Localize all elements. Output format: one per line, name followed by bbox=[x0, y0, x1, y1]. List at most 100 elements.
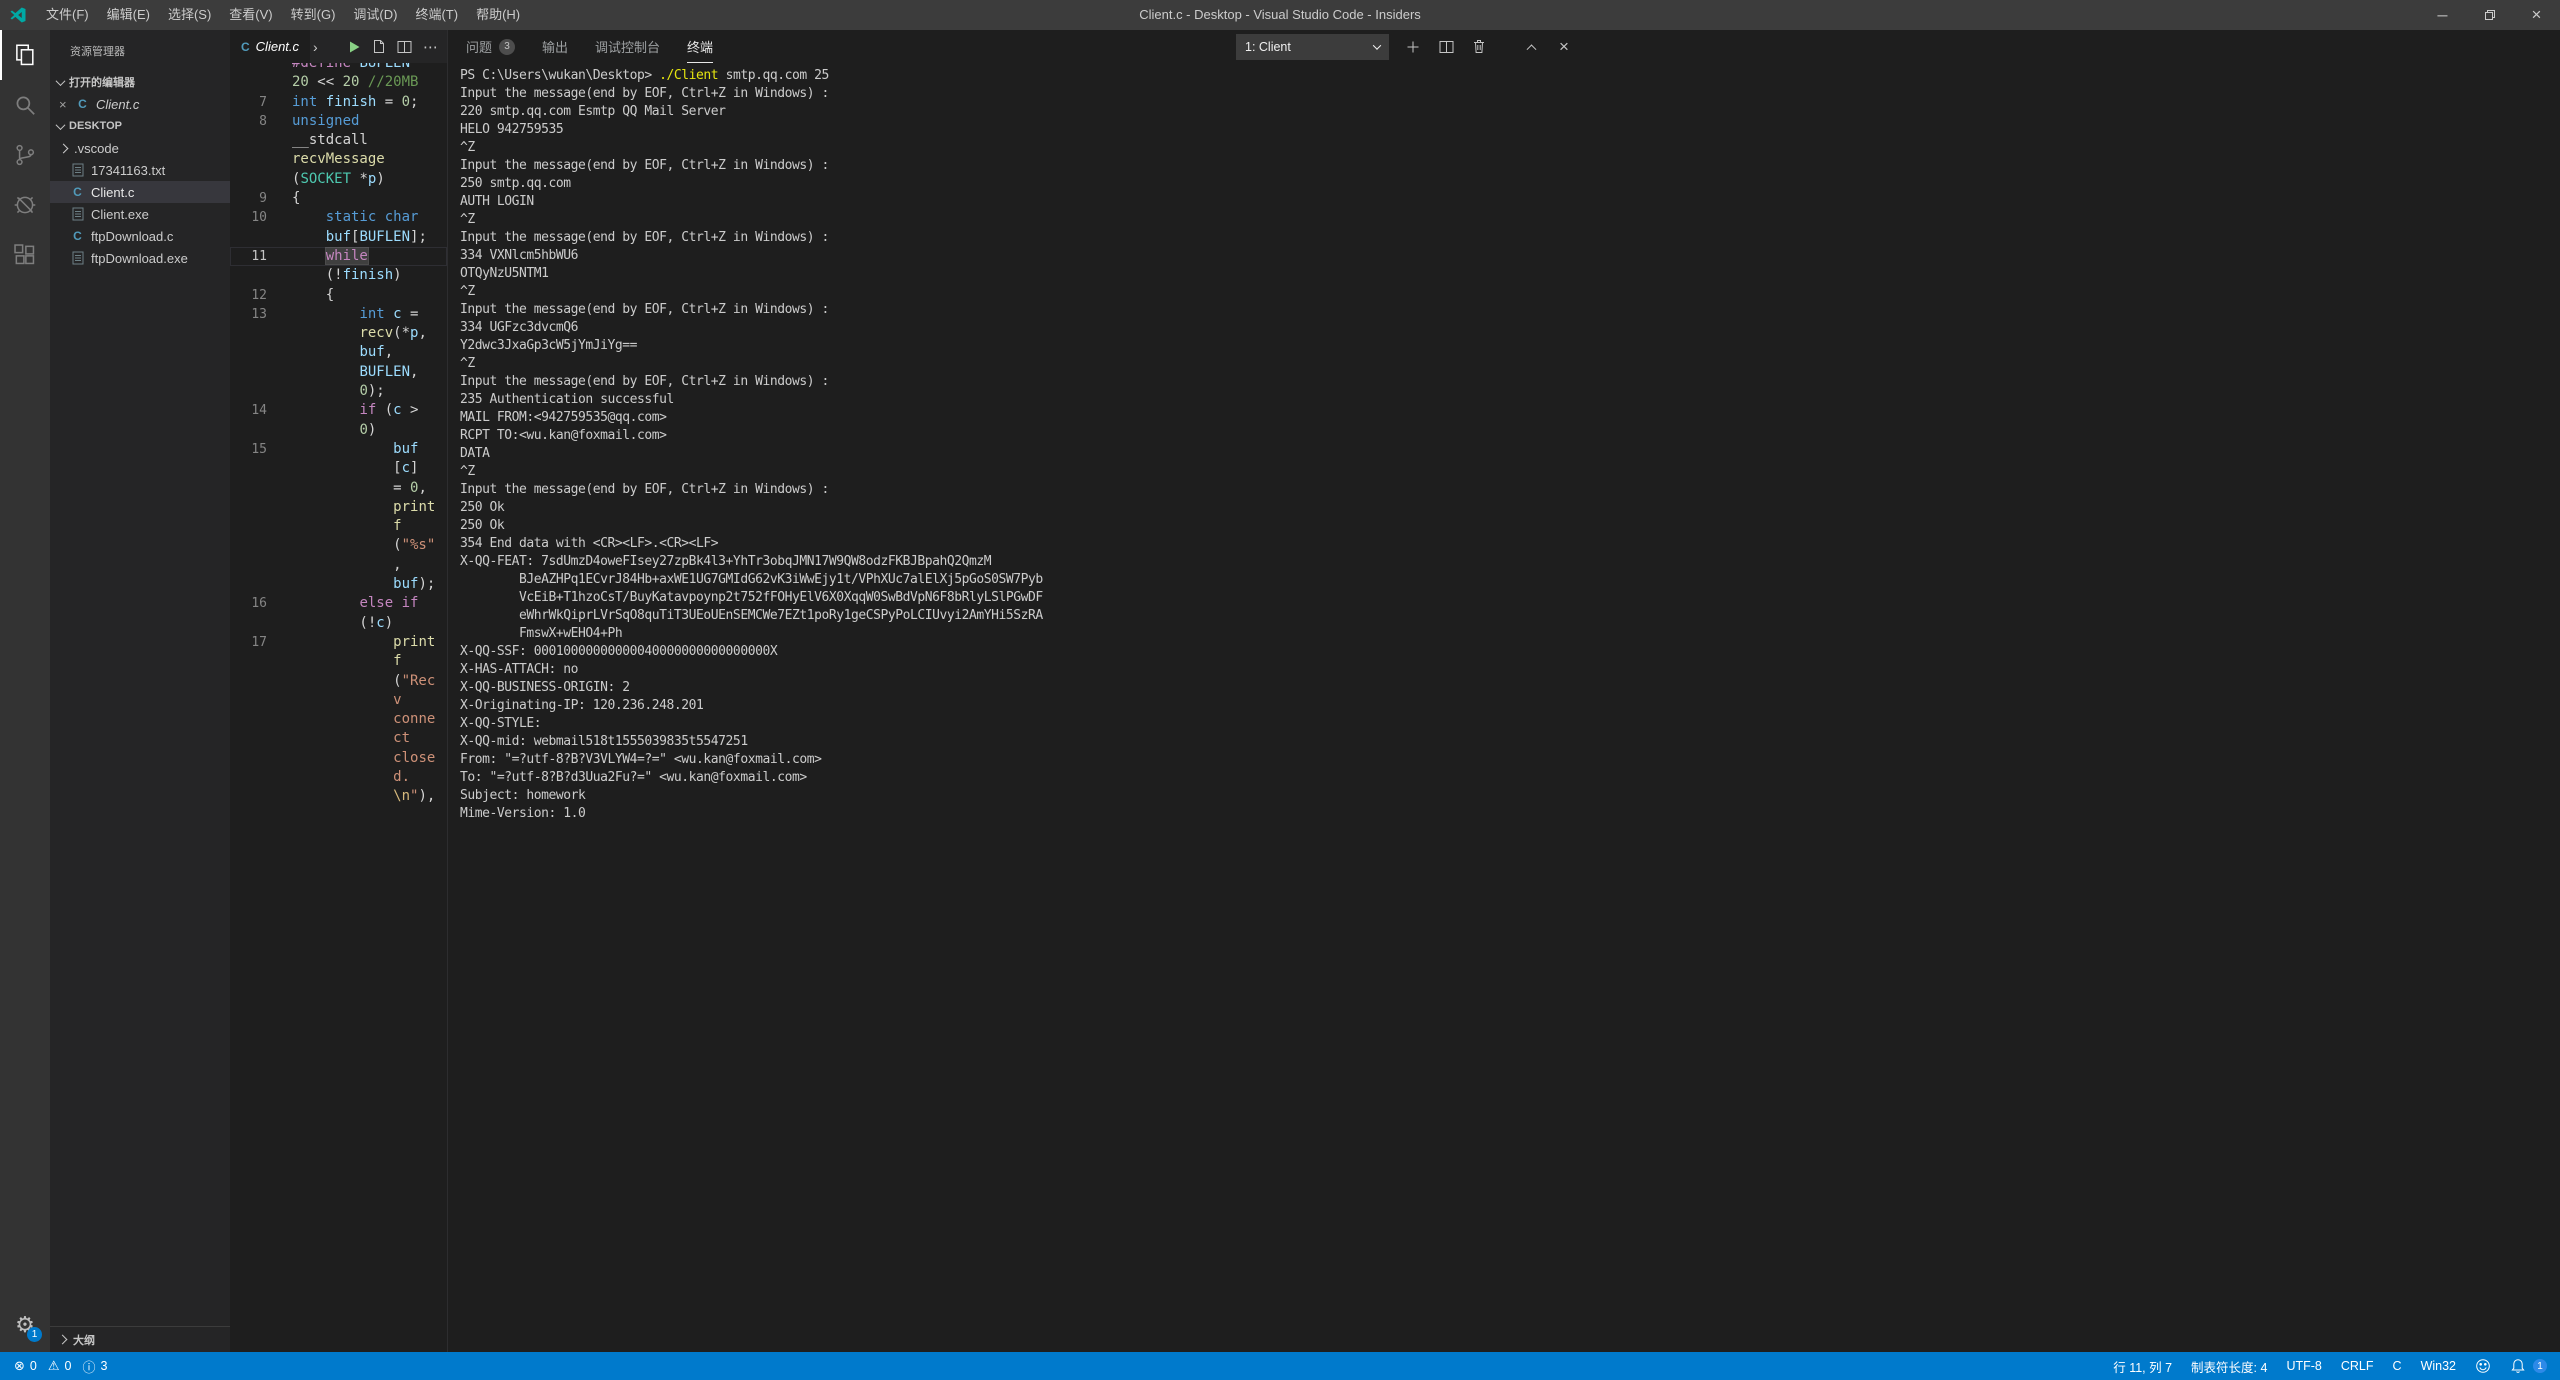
menu-view[interactable]: 查看(V) bbox=[220, 0, 281, 30]
close-panel-icon[interactable]: × bbox=[1555, 38, 1573, 56]
code-row[interactable]: ct bbox=[230, 729, 447, 748]
terminal-line: X-QQ-BUSINESS-ORIGIN: 2 bbox=[460, 679, 2550, 697]
code-row[interactable]: 15 buf bbox=[230, 440, 447, 459]
code-row[interactable]: v bbox=[230, 691, 447, 710]
code-row[interactable]: close bbox=[230, 749, 447, 768]
code-row[interactable]: 12 { bbox=[230, 286, 447, 305]
code-text: if (c > bbox=[292, 401, 418, 420]
file-item-client-exe[interactable]: Client.exe bbox=[50, 203, 230, 225]
close-editor-icon[interactable]: × bbox=[59, 97, 75, 112]
code-row[interactable]: ("Rec bbox=[230, 672, 447, 691]
code-row[interactable]: BUFLEN, bbox=[230, 363, 447, 382]
status-tab-size[interactable]: 制表符长度: 4 bbox=[2191, 1357, 2267, 1376]
tab-terminal[interactable]: 终端 bbox=[687, 30, 713, 63]
close-button[interactable]: × bbox=[2513, 0, 2560, 30]
restore-button[interactable] bbox=[2466, 0, 2513, 30]
code-row[interactable]: 16 else if bbox=[230, 594, 447, 613]
menu-help[interactable]: 帮助(H) bbox=[467, 0, 529, 30]
code-row[interactable]: (!c) bbox=[230, 614, 447, 633]
window-title: Client.c - Desktop - Visual Studio Code … bbox=[1139, 0, 1421, 30]
code-row[interactable]: (SOCKET *p) bbox=[230, 170, 447, 189]
file-item-ftpdownload-exe[interactable]: ftpDownload.exe bbox=[50, 247, 230, 269]
debug-icon[interactable] bbox=[0, 180, 50, 230]
code-row[interactable]: f bbox=[230, 517, 447, 536]
code-row[interactable]: 7int finish = 0; bbox=[230, 93, 447, 112]
status-line-col[interactable]: 行 11, 列 7 bbox=[2113, 1357, 2172, 1376]
status-eol[interactable]: CRLF bbox=[2341, 1359, 2374, 1373]
code-row[interactable]: (!finish) bbox=[230, 266, 447, 285]
file-item-txt[interactable]: 17341163.txt bbox=[50, 159, 230, 181]
editor-code[interactable]: #define BUFLEN20 << 20 //20MB7int finish… bbox=[230, 63, 447, 1352]
outline-section-header[interactable]: 大纲 bbox=[50, 1326, 230, 1352]
code-row[interactable]: buf[BUFLEN]; bbox=[230, 228, 447, 247]
terminal-picker[interactable]: 1: Client bbox=[1236, 34, 1389, 60]
feedback-smiley-icon[interactable] bbox=[2475, 1358, 2491, 1374]
code-row[interactable]: f bbox=[230, 652, 447, 671]
maximize-panel-icon[interactable] bbox=[1522, 38, 1540, 56]
code-row[interactable]: recvMessage bbox=[230, 150, 447, 169]
new-terminal-icon[interactable] bbox=[1404, 38, 1422, 56]
code-row[interactable]: print bbox=[230, 498, 447, 517]
menu-edit[interactable]: 编辑(E) bbox=[98, 0, 159, 30]
extensions-icon[interactable] bbox=[0, 230, 50, 280]
minimize-button[interactable]: ─ bbox=[2419, 0, 2466, 30]
folder-section-header[interactable]: DESKTOP bbox=[50, 115, 230, 137]
split-terminal-icon[interactable] bbox=[1437, 38, 1455, 56]
split-editor-icon[interactable] bbox=[397, 40, 412, 54]
tab-debug-console[interactable]: 调试控制台 bbox=[595, 30, 660, 63]
search-icon[interactable] bbox=[0, 80, 50, 130]
document-action-icon[interactable] bbox=[372, 39, 386, 54]
run-code-icon[interactable] bbox=[347, 40, 361, 54]
tab-client-c[interactable]: C Client.c bbox=[230, 30, 310, 63]
code-row[interactable]: 11 while bbox=[230, 247, 447, 266]
notifications-bell-icon[interactable]: 1 bbox=[2510, 1358, 2547, 1374]
code-row[interactable]: __stdcall bbox=[230, 131, 447, 150]
code-row[interactable]: buf, bbox=[230, 343, 447, 362]
code-row[interactable]: 0); bbox=[230, 382, 447, 401]
file-item-vscode[interactable]: .vscode bbox=[50, 137, 230, 159]
settings-gear-icon[interactable]: ⚙ 1 bbox=[0, 1312, 50, 1338]
kill-terminal-trash-icon[interactable] bbox=[1470, 38, 1488, 56]
code-text: #define BUFLEN bbox=[292, 63, 410, 73]
code-row[interactable]: 0) bbox=[230, 421, 447, 440]
status-encoding[interactable]: UTF-8 bbox=[2286, 1359, 2321, 1373]
more-actions-icon[interactable]: ⋯ bbox=[423, 38, 438, 56]
code-row[interactable]: 8unsigned bbox=[230, 112, 447, 131]
tab-problems[interactable]: 问题 3 bbox=[466, 30, 515, 63]
code-row[interactable]: ("%s" bbox=[230, 536, 447, 555]
code-row[interactable]: = 0, bbox=[230, 479, 447, 498]
code-row[interactable]: [c] bbox=[230, 459, 447, 478]
menu-terminal[interactable]: 终端(T) bbox=[406, 0, 467, 30]
menu-selection[interactable]: 选择(S) bbox=[159, 0, 220, 30]
terminal-line: Input the message(end by EOF, Ctrl+Z in … bbox=[460, 85, 2550, 103]
code-row[interactable]: , bbox=[230, 556, 447, 575]
code-row[interactable]: 14 if (c > bbox=[230, 401, 447, 420]
code-row[interactable]: d. bbox=[230, 768, 447, 787]
code-row[interactable]: recv(*p, bbox=[230, 324, 447, 343]
status-platform[interactable]: Win32 bbox=[2421, 1359, 2456, 1373]
tab-output[interactable]: 输出 bbox=[542, 30, 568, 63]
code-row[interactable]: 10 static char bbox=[230, 208, 447, 227]
code-row[interactable]: conne bbox=[230, 710, 447, 729]
terminal-output[interactable]: PS C:\Users\wukan\Desktop> ./Client smtp… bbox=[460, 67, 2550, 1352]
code-row[interactable]: 9{ bbox=[230, 189, 447, 208]
source-control-icon[interactable] bbox=[0, 130, 50, 180]
code-text: buf[BUFLEN]; bbox=[292, 228, 427, 247]
menu-file[interactable]: 文件(F) bbox=[37, 0, 98, 30]
open-editors-header[interactable]: 打开的编辑器 bbox=[50, 71, 230, 93]
status-language[interactable]: C bbox=[2393, 1359, 2402, 1373]
code-row[interactable]: 13 int c = bbox=[230, 305, 447, 324]
open-editor-item[interactable]: × C Client.c bbox=[50, 93, 230, 115]
file-item-ftpdownload-c[interactable]: C ftpDownload.c bbox=[50, 225, 230, 247]
explorer-icon[interactable] bbox=[0, 30, 50, 80]
code-row[interactable]: \n"), bbox=[230, 787, 447, 806]
code-row[interactable]: 20 << 20 //20MB bbox=[230, 73, 447, 92]
status-problems[interactable]: ⊗ 0 ⚠ 0 ⓘ 3 bbox=[14, 1357, 107, 1376]
menu-go[interactable]: 转到(G) bbox=[282, 0, 345, 30]
code-row[interactable]: 17 print bbox=[230, 633, 447, 652]
code-row[interactable]: buf); bbox=[230, 575, 447, 594]
terminal-line: MAIL FROM:<942759535@qq.com> bbox=[460, 409, 2550, 427]
code-row[interactable]: #define BUFLEN bbox=[230, 63, 447, 73]
file-item-client-c[interactable]: C Client.c bbox=[50, 181, 230, 203]
menu-debug[interactable]: 调试(D) bbox=[344, 0, 406, 30]
